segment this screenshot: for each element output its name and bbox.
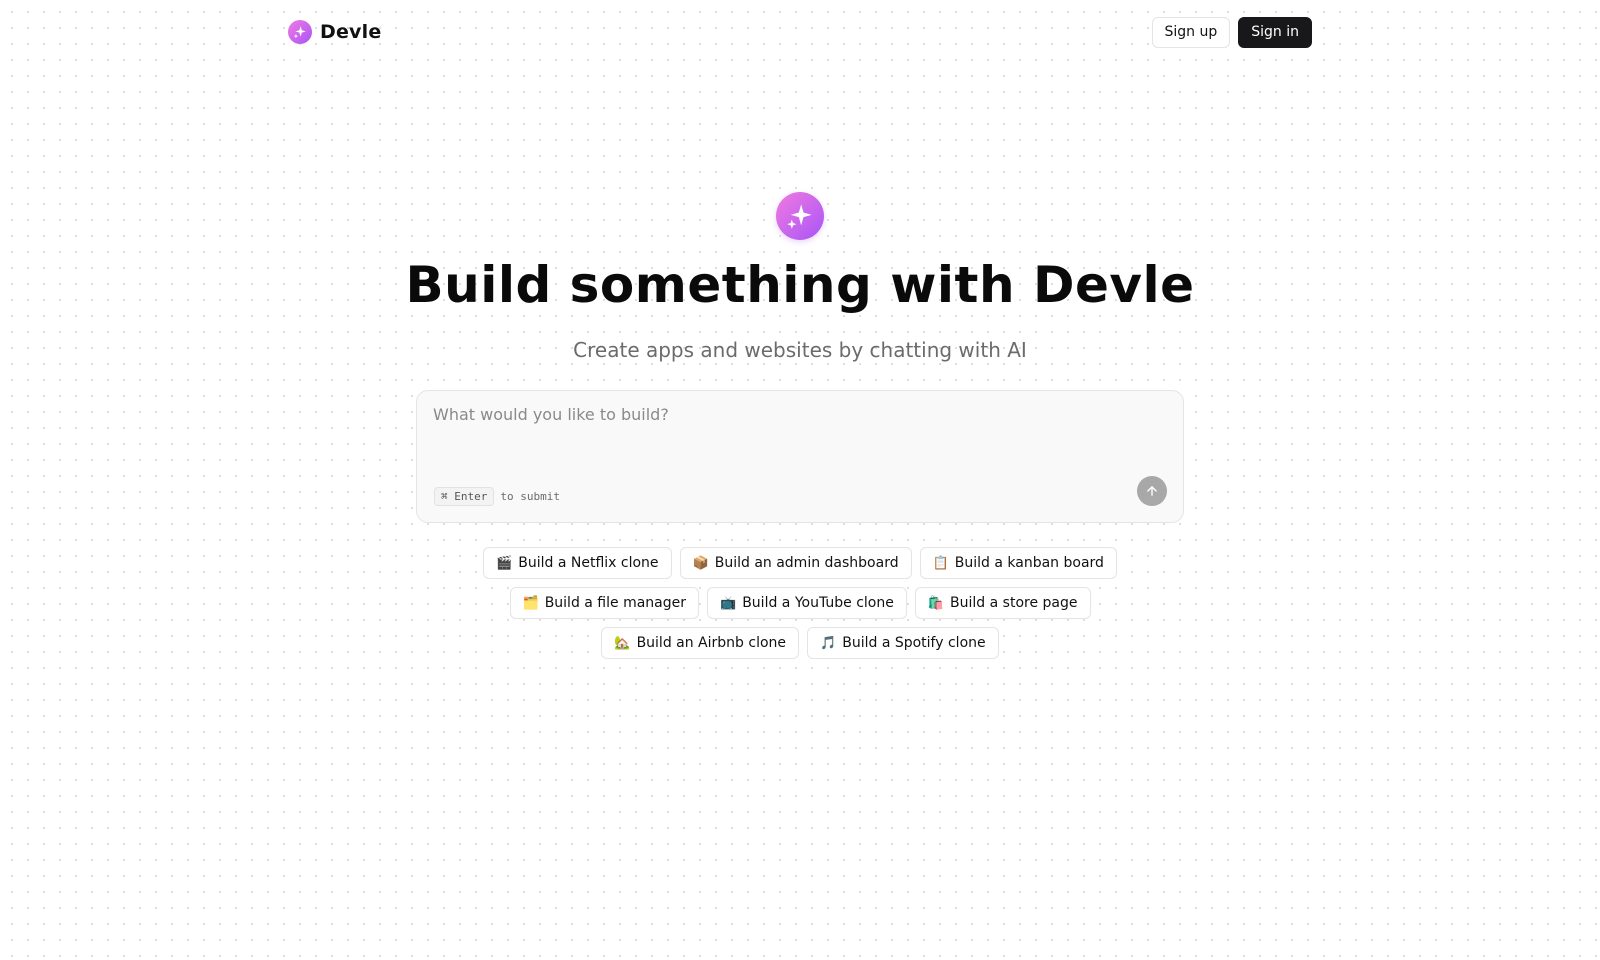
- submit-hint: ⌘ Enter to submit: [434, 487, 560, 506]
- television-icon: 📺: [720, 595, 737, 611]
- folder-icon: 🗂️: [522, 595, 539, 611]
- sparkles-icon: [776, 192, 824, 240]
- package-icon: 📦: [692, 555, 709, 571]
- sparkles-icon: [288, 20, 312, 44]
- clipboard-icon: 📋: [932, 555, 949, 571]
- house-icon: 🏡: [614, 635, 631, 651]
- suggestion-list: 🎬 Build a Netflix clone 📦 Build an admin…: [440, 547, 1160, 659]
- suggestion-chip[interactable]: 🎵 Build a Spotify clone: [807, 627, 999, 659]
- suggestion-label: Build a Netflix clone: [518, 555, 659, 571]
- suggestion-chip[interactable]: 📺 Build a YouTube clone: [707, 587, 907, 619]
- suggestion-label: Build a Spotify clone: [842, 635, 986, 651]
- suggestion-chip[interactable]: 🎬 Build a Netflix clone: [483, 547, 672, 579]
- suggestion-row: 🗂️ Build a file manager 📺 Build a YouTub…: [509, 587, 1091, 619]
- suggestion-row: 🏡 Build an Airbnb clone 🎵 Build a Spotif…: [601, 627, 999, 659]
- suggestion-chip[interactable]: 📦 Build an admin dashboard: [679, 547, 912, 579]
- suggestion-row: 🎬 Build a Netflix clone 📦 Build an admin…: [483, 547, 1117, 579]
- suggestion-chip[interactable]: 🛍️ Build a store page: [914, 587, 1091, 619]
- arrow-up-icon: [1145, 484, 1159, 498]
- auth-actions: Sign up Sign in: [1151, 16, 1312, 48]
- suggestion-chip[interactable]: 🏡 Build an Airbnb clone: [601, 627, 800, 659]
- suggestion-chip[interactable]: 🗂️ Build a file manager: [509, 587, 700, 619]
- suggestion-label: Build an Airbnb clone: [636, 635, 787, 651]
- suggestion-label: Build a file manager: [544, 595, 687, 611]
- shopping-bags-icon: 🛍️: [927, 595, 945, 611]
- brand-link[interactable]: Devle: [288, 20, 381, 44]
- suggestion-chip[interactable]: 📋 Build a kanban board: [919, 547, 1117, 579]
- page-subtitle: Create apps and websites by chatting wit…: [573, 338, 1027, 362]
- submit-button[interactable]: [1137, 476, 1167, 506]
- suggestion-label: Build a store page: [950, 595, 1078, 611]
- top-navbar: Devle Sign up Sign in: [288, 16, 1312, 48]
- shortcut-key: ⌘ Enter: [434, 487, 495, 506]
- prompt-input[interactable]: [433, 405, 1163, 461]
- page-title: Build something with Devle: [405, 256, 1195, 314]
- music-note-icon: 🎵: [820, 635, 837, 651]
- suggestion-label: Build an admin dashboard: [714, 555, 899, 571]
- sign-in-button[interactable]: Sign in: [1238, 16, 1312, 48]
- prompt-box: ⌘ Enter to submit: [416, 390, 1184, 523]
- suggestion-label: Build a kanban board: [954, 555, 1104, 571]
- sign-up-button[interactable]: Sign up: [1151, 16, 1231, 48]
- clapperboard-icon: 🎬: [496, 555, 513, 571]
- suggestion-label: Build a YouTube clone: [742, 595, 894, 611]
- shortcut-hint-text: to submit: [500, 490, 560, 503]
- brand-name: Devle: [320, 21, 382, 43]
